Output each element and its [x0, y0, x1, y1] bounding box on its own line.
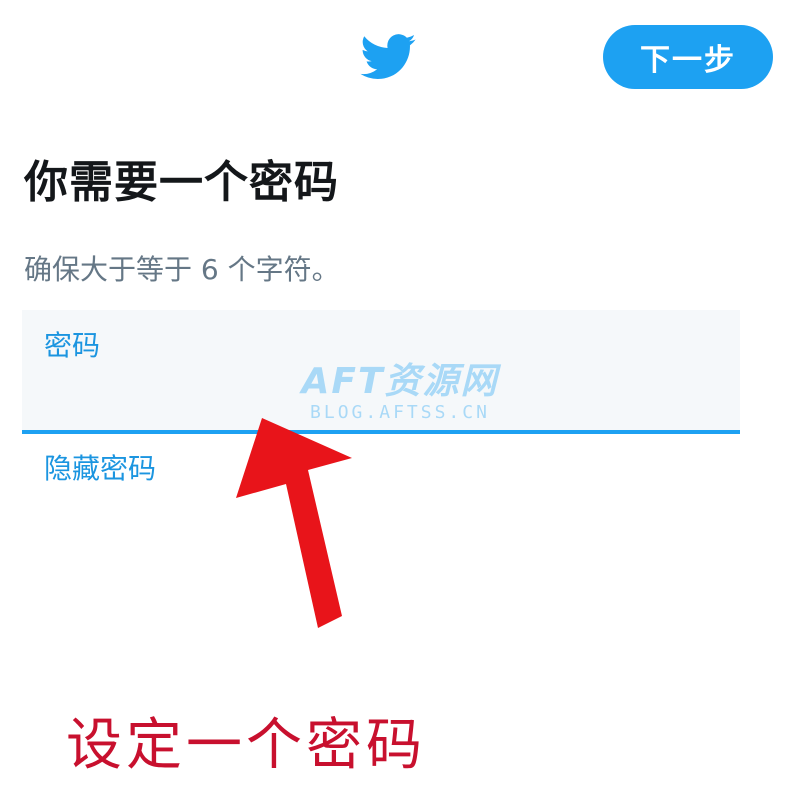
watermark: AFT资源网 BLOG.AFTSS.CN — [290, 362, 510, 424]
hide-password-link[interactable]: 隐藏密码 — [44, 447, 156, 487]
page-title: 你需要一个密码 — [24, 157, 339, 208]
annotation-text: 设定一个密码 — [66, 713, 426, 778]
watermark-main-text: AFT资源网 — [301, 361, 499, 402]
password-requirement-text: 确保大于等于 6 个字符。 — [24, 253, 340, 286]
password-field-label: 密码 — [44, 329, 101, 362]
twitter-bird-icon — [360, 34, 416, 79]
watermark-sub-text: BLOG.AFTSS.CN — [310, 402, 490, 423]
next-button[interactable]: 下一步 — [603, 25, 773, 89]
